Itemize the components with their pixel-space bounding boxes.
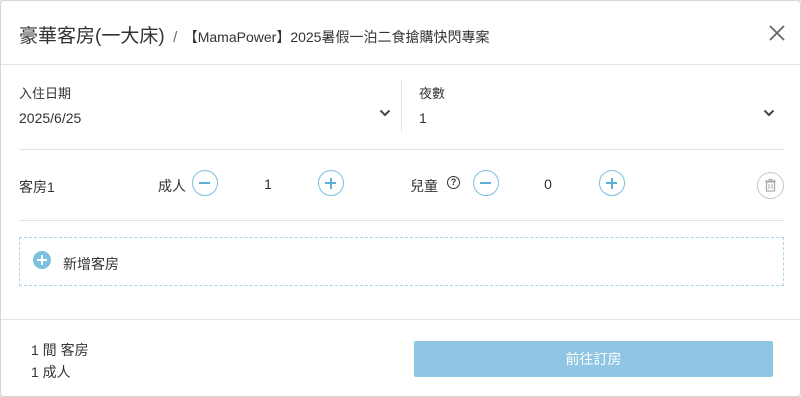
checkin-label: 入住日期 <box>19 86 72 101</box>
close-icon[interactable] <box>765 21 789 45</box>
nights-value[interactable]: 1 <box>419 110 427 126</box>
divider <box>19 220 784 221</box>
book-button[interactable]: 前往訂房 <box>414 341 773 377</box>
adults-plus-icon[interactable] <box>318 170 344 196</box>
room-label: 客房1 <box>19 179 55 195</box>
title-separator: / <box>173 29 178 46</box>
checkin-value[interactable]: 2025/6/25 <box>19 110 81 126</box>
add-circle-icon <box>33 251 51 269</box>
modal-header: 豪華客房(一大床) / 【MamaPower】2025暑假一泊二食搶購快閃專案 <box>1 1 800 65</box>
children-count: 0 <box>544 176 552 192</box>
trash-icon[interactable] <box>757 172 784 199</box>
guests-summary: 1 成人 <box>31 364 71 380</box>
children-label: 兒童 <box>410 178 438 194</box>
help-icon[interactable]: ? <box>447 176 460 189</box>
add-room-button[interactable]: 新增客房 <box>19 237 784 286</box>
field-divider <box>401 80 402 132</box>
room-name: 豪華客房(一大床) <box>19 26 165 47</box>
adults-label: 成人 <box>158 178 186 194</box>
nights-label: 夜數 <box>419 86 446 101</box>
modal-title: 豪華客房(一大床) / 【MamaPower】2025暑假一泊二食搶購快閃專案 <box>19 21 489 48</box>
adults-minus-icon[interactable] <box>192 170 218 196</box>
modal-footer: 1 間 客房 1 成人 前往訂房 <box>1 319 800 396</box>
rooms-summary: 1 間 客房 <box>31 342 89 358</box>
checkin-chevron-down-icon[interactable] <box>379 104 391 117</box>
children-minus-icon[interactable] <box>473 170 499 196</box>
plan-name: 【MamaPower】2025暑假一泊二食搶購快閃專案 <box>183 29 490 45</box>
children-plus-icon[interactable] <box>599 170 625 196</box>
nights-chevron-down-icon[interactable] <box>763 104 775 117</box>
booking-modal: 豪華客房(一大床) / 【MamaPower】2025暑假一泊二食搶購快閃專案 … <box>0 0 801 397</box>
divider <box>19 149 784 150</box>
adults-count: 1 <box>264 176 272 192</box>
add-room-label: 新增客房 <box>63 256 119 272</box>
